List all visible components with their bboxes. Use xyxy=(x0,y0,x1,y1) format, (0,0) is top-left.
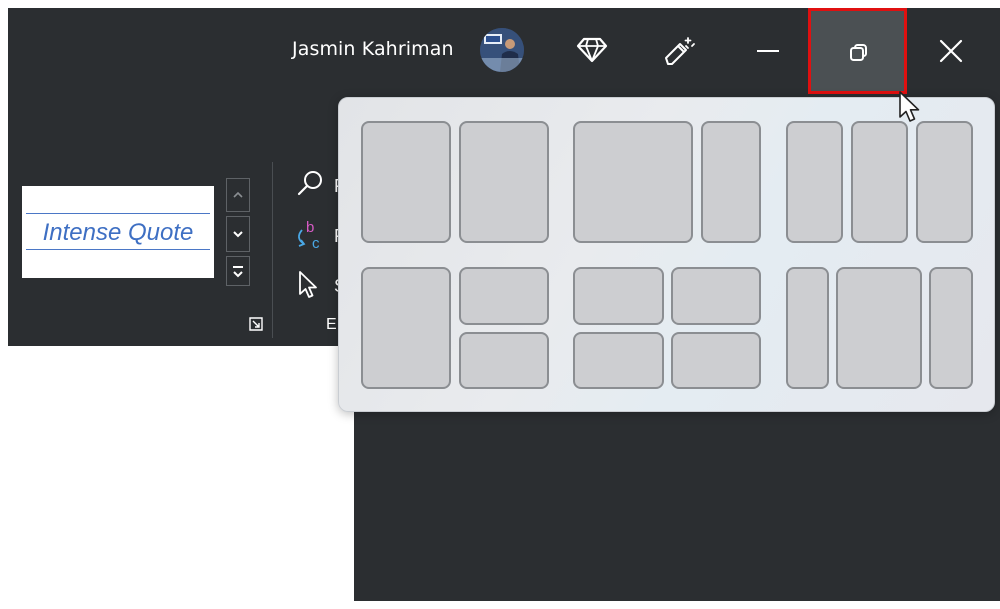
dialog-launcher-icon[interactable] xyxy=(248,316,264,332)
snap-zone[interactable] xyxy=(459,332,549,389)
snap-layouts-flyout xyxy=(338,97,995,412)
find-icon[interactable] xyxy=(296,168,326,198)
snap-zone[interactable] xyxy=(573,332,664,389)
snap-zone[interactable] xyxy=(836,267,922,389)
restore-icon xyxy=(850,44,867,61)
user-name[interactable]: Jasmin Kahriman xyxy=(292,38,454,60)
mouse-cursor-icon xyxy=(897,90,925,128)
snap-zone[interactable] xyxy=(671,267,761,325)
close-icon[interactable] xyxy=(936,36,966,66)
snap-zone[interactable] xyxy=(701,121,761,243)
snap-zone[interactable] xyxy=(459,121,549,243)
svg-text:c: c xyxy=(312,235,320,252)
snap-zone[interactable] xyxy=(573,267,664,325)
gallery-more-button[interactable] xyxy=(226,256,250,286)
restore-button[interactable] xyxy=(808,8,907,94)
gallery-scroll-up-button[interactable] xyxy=(226,178,250,212)
gallery-scroll-down-button[interactable] xyxy=(226,216,250,252)
snap-zone[interactable] xyxy=(361,267,451,389)
editing-group-label: E xyxy=(326,316,337,333)
minimize-icon[interactable] xyxy=(757,50,779,52)
snap-zone[interactable] xyxy=(786,121,843,243)
svg-text:b: b xyxy=(306,219,314,236)
snap-zone[interactable] xyxy=(459,267,549,325)
style-gallery-item[interactable]: Intense Quote xyxy=(22,186,214,278)
snap-zone[interactable] xyxy=(573,121,693,243)
snap-zone[interactable] xyxy=(361,121,451,243)
user-avatar[interactable] xyxy=(480,28,524,72)
pen-sparkle-icon[interactable] xyxy=(662,34,696,68)
snap-zone[interactable] xyxy=(916,121,973,243)
snap-zone[interactable] xyxy=(671,332,761,389)
snap-zone[interactable] xyxy=(851,121,908,243)
diamond-icon[interactable] xyxy=(576,36,608,64)
select-cursor-icon[interactable] xyxy=(296,268,322,302)
snap-zone[interactable] xyxy=(786,267,829,389)
snap-zone[interactable] xyxy=(929,267,973,389)
style-label: Intense Quote xyxy=(42,219,194,246)
replace-icon[interactable]: b c xyxy=(292,218,326,252)
ribbon-divider xyxy=(272,162,273,338)
